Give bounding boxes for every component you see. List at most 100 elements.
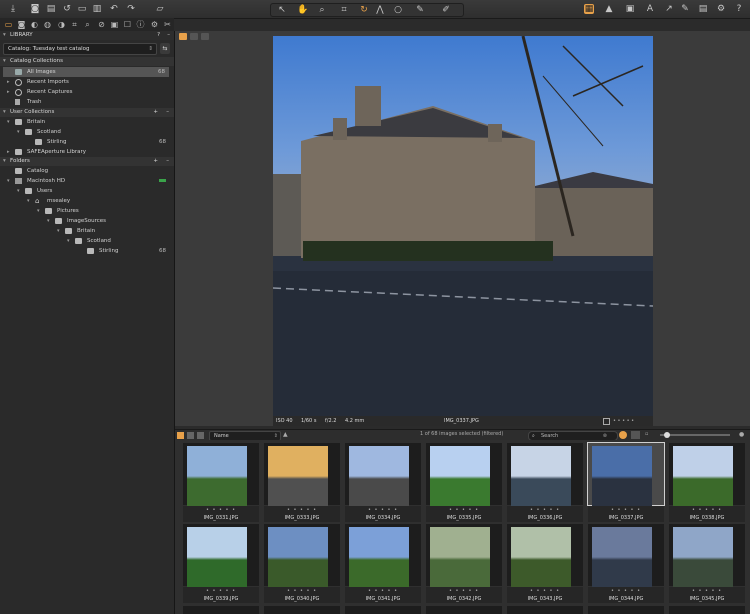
single-view-icon[interactable] xyxy=(179,33,187,40)
pan-tool-icon[interactable]: ✋ xyxy=(297,5,308,15)
remove-icon[interactable]: – xyxy=(166,108,169,117)
catalog-select[interactable]: Catalog: Tuesday test catalog ⇕ xyxy=(3,43,157,55)
user-collection-britain[interactable]: ▾ Britain xyxy=(0,117,174,127)
rating-dots[interactable]: • • • • • xyxy=(264,587,340,595)
add-icon[interactable]: + xyxy=(153,108,158,117)
thumbnail[interactable] xyxy=(183,443,259,506)
thumbnail[interactable] xyxy=(507,606,583,614)
rating-dots[interactable]: • • • • • xyxy=(183,587,259,595)
view-options-icon[interactable] xyxy=(631,431,640,439)
cursor-icon[interactable]: ↗ xyxy=(664,4,674,14)
grid-view-icon[interactable]: ▦ xyxy=(584,4,594,14)
picker-tool-icon[interactable]: ✐ xyxy=(441,5,451,15)
thumbnail-small-icon[interactable]: ▫ xyxy=(645,431,648,437)
camera-icon[interactable]: ◙ xyxy=(30,4,40,14)
slider-handle[interactable] xyxy=(664,432,670,438)
thumbnail[interactable] xyxy=(587,442,665,506)
collapse-arrow-icon[interactable]: ▾ xyxy=(3,57,6,66)
exposure-tab-icon[interactable]: ◑ xyxy=(57,20,66,29)
keystone-tool-icon[interactable]: ⋀ xyxy=(375,5,385,15)
rating-dots[interactable]: • • • • • xyxy=(507,506,583,514)
expand-arrow-icon[interactable]: ▾ xyxy=(17,127,22,137)
rotate-icon[interactable]: ↺ xyxy=(62,4,72,14)
info-tab-icon[interactable]: ⓘ xyxy=(136,20,145,29)
thumbnail[interactable] xyxy=(669,606,745,614)
folder-item-britain[interactable]: ▾ Britain xyxy=(0,226,174,236)
expand-arrow-icon[interactable]: ▾ xyxy=(17,186,22,196)
collection-item-all-images[interactable]: All Images 68 xyxy=(3,67,169,77)
filmstrip-layout-icon[interactable] xyxy=(187,432,194,439)
color-tab-icon[interactable]: ◐ xyxy=(30,20,39,29)
folder-item-pictures[interactable]: ▾ Pictures xyxy=(0,206,174,216)
rating-dots[interactable]: • • • • • xyxy=(588,506,664,514)
collapse-arrow-icon[interactable]: ▾ xyxy=(3,31,6,40)
library-tab-icon[interactable]: ▭ xyxy=(4,20,13,29)
rating-dots[interactable]: • • • • • xyxy=(669,506,745,514)
sort-direction-icon[interactable]: ▲ xyxy=(283,431,288,438)
catalog-collections-header[interactable]: ▾ Catalog Collections xyxy=(0,57,174,66)
list-layout-icon[interactable] xyxy=(197,432,204,439)
folder-item-scotland[interactable]: ▾ Scotland xyxy=(0,236,174,246)
collection-item-recent-imports[interactable]: ▸ Recent Imports xyxy=(0,77,174,87)
copy-icon[interactable]: ▱ xyxy=(155,4,165,14)
layers-tab-icon[interactable]: ⊘ xyxy=(97,20,106,29)
folders-header[interactable]: ▾ Folders + – xyxy=(0,157,174,166)
expand-arrow-icon[interactable]: ▾ xyxy=(7,117,12,127)
clear-icon[interactable]: ⊗ xyxy=(603,432,607,440)
brush-tool-icon[interactable]: ✎ xyxy=(415,5,425,15)
compare-view-icon[interactable] xyxy=(201,33,209,40)
folder-open-icon[interactable]: ▭ xyxy=(77,4,87,14)
collapse-arrow-icon[interactable]: ▾ xyxy=(3,157,6,166)
thumbnail[interactable] xyxy=(507,524,583,587)
expand-arrow-icon[interactable]: ▾ xyxy=(27,196,32,206)
viewer-rating[interactable]: • • • • • xyxy=(613,416,634,426)
lens-tab-icon[interactable]: ◍ xyxy=(43,20,52,29)
gear-icon[interactable]: ⚙ xyxy=(716,4,726,14)
grid-layout-icon[interactable] xyxy=(177,432,184,439)
folder-item-msealey[interactable]: ▾ ⌂ msealey xyxy=(0,196,174,206)
rating-dots[interactable]: • • • • • xyxy=(669,587,745,595)
user-icon[interactable]: ● xyxy=(739,431,744,438)
undo-icon[interactable]: ↶ xyxy=(109,4,119,14)
thumbnail[interactable] xyxy=(426,443,502,506)
thumbnail[interactable] xyxy=(264,606,340,614)
thumbnail[interactable] xyxy=(183,606,259,614)
user-collection-scotland[interactable]: ▾ Scotland xyxy=(0,127,174,137)
add-icon[interactable]: + xyxy=(153,157,158,166)
search-input[interactable]: Search xyxy=(541,432,558,440)
expand-arrow-icon[interactable]: ▾ xyxy=(57,226,62,236)
capture-tab-icon[interactable]: ◙ xyxy=(17,20,26,29)
local-tab-icon[interactable]: ⌕ xyxy=(83,20,92,29)
thumbnail[interactable] xyxy=(426,524,502,587)
filter-icon[interactable] xyxy=(619,431,627,439)
main-photo[interactable] xyxy=(273,36,653,416)
rating-dots[interactable]: • • • • • xyxy=(345,587,421,595)
help-icon[interactable]: ? xyxy=(157,31,160,40)
folder-item-users[interactable]: ▾ Users xyxy=(0,186,174,196)
expand-arrow-icon[interactable]: ▾ xyxy=(67,236,72,246)
output-tab-icon[interactable]: ▣ xyxy=(110,20,119,29)
rating-dots[interactable]: • • • • • xyxy=(264,506,340,514)
crop-tool-icon[interactable]: ⌗ xyxy=(339,5,349,15)
expand-arrow-icon[interactable]: ▸ xyxy=(7,87,12,97)
thumbnail[interactable] xyxy=(669,443,745,506)
collapse-arrow-icon[interactable]: ▾ xyxy=(3,108,6,117)
thumbnail[interactable] xyxy=(426,606,502,614)
folder-item-catalog[interactable]: Catalog xyxy=(0,166,174,176)
multi-view-icon[interactable] xyxy=(190,33,198,40)
share-icon[interactable]: ▤ xyxy=(46,4,56,14)
metadata-tab-icon[interactable]: ☐ xyxy=(123,20,132,29)
warning-icon[interactable]: ▲ xyxy=(604,4,614,14)
thumbnail[interactable] xyxy=(345,443,421,506)
thumbnail[interactable] xyxy=(345,524,421,587)
pointer-tool-icon[interactable]: ↖ xyxy=(277,5,287,15)
user-collection-safeaperture[interactable]: ▸ SAFEAperture Library xyxy=(0,147,174,157)
catalog-action-icon[interactable]: ⇆ xyxy=(160,43,170,54)
folder-item-macintosh-hd[interactable]: ▾ Macintosh HD xyxy=(0,176,174,186)
expand-arrow-icon[interactable]: ▸ xyxy=(7,77,12,87)
collection-item-recent-captures[interactable]: ▸ Recent Captures xyxy=(0,87,174,97)
rating-dots[interactable]: • • • • • xyxy=(426,506,502,514)
settings-tab-icon[interactable]: ⚙ xyxy=(150,20,159,29)
folder-item-imagesources[interactable]: ▾ ImageSources xyxy=(0,216,174,226)
collection-item-trash[interactable]: Trash xyxy=(0,97,174,107)
